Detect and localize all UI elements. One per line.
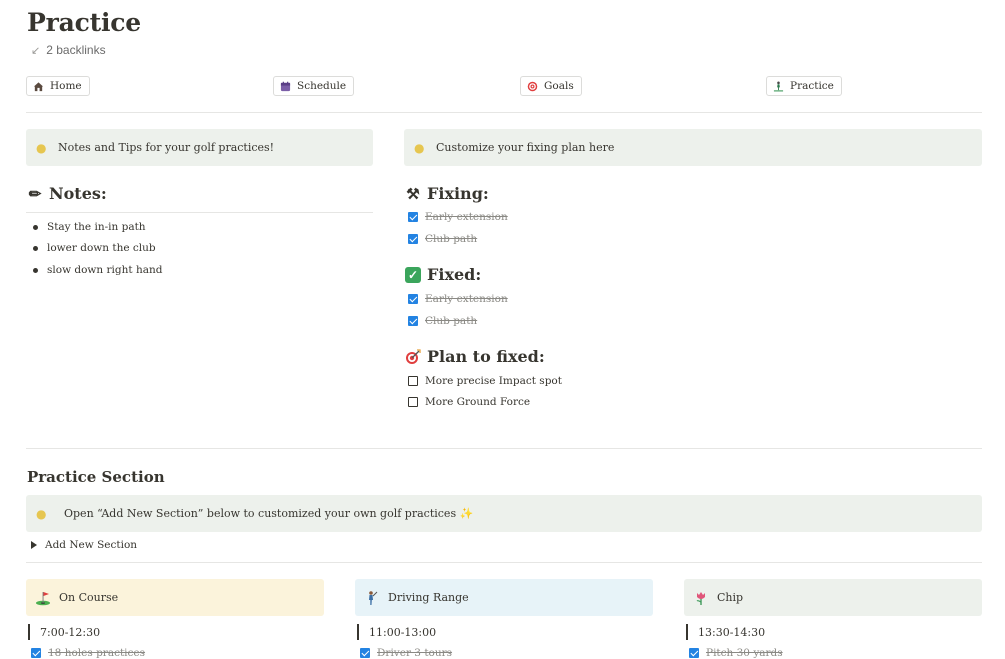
todo-item[interactable]: Early extension: [408, 211, 508, 223]
card-time-text: 13:30-14:30: [698, 625, 766, 639]
toggle-label: Add New Section: [45, 539, 138, 551]
lightbulb-icon: ●: [414, 140, 425, 155]
list-item: lower down the club: [33, 242, 156, 254]
quote-bar: [357, 624, 359, 640]
todo-label: Driver 3 tours: [377, 647, 453, 659]
todo-item[interactable]: 18 holes practices: [31, 647, 145, 659]
fixing-heading-text: Fixing:: [427, 184, 489, 203]
todo-label: Club path: [425, 233, 478, 245]
notes-heading: ✏ Notes:: [27, 184, 107, 203]
card-time: 11:00-13:00: [357, 624, 436, 640]
flag-in-hole-icon: [36, 591, 50, 605]
checkbox-checked[interactable]: [408, 234, 418, 244]
todo-label: 18 holes practices: [48, 647, 146, 659]
nav-practice-button[interactable]: Practice: [766, 76, 842, 96]
divider: [26, 448, 982, 449]
nav-practice-label: Practice: [790, 80, 834, 92]
todo-label: Pitch 30 yards: [706, 647, 783, 659]
fixing-heading: ⚒ Fixing:: [405, 184, 489, 203]
card-on-course[interactable]: On Course: [26, 579, 324, 616]
backlinks-link[interactable]: ↙ 2 backlinks: [31, 43, 106, 57]
nav-goals-label: Goals: [544, 80, 574, 92]
checkbox-checked[interactable]: [408, 212, 418, 222]
lightbulb-icon: ●: [36, 506, 47, 521]
golfer-icon: [369, 590, 378, 605]
list-item: slow down right hand: [33, 264, 162, 276]
tools-icon: ⚒: [406, 184, 420, 203]
nav-home-button[interactable]: Home: [26, 76, 90, 96]
lightbulb-icon: ●: [36, 140, 47, 155]
card-title: Chip: [717, 591, 744, 604]
calendar-icon: [280, 81, 291, 91]
todo-item[interactable]: More Ground Force: [408, 396, 530, 408]
card-time-text: 11:00-13:00: [369, 625, 437, 639]
notes-divider: [26, 212, 373, 213]
divider: [26, 562, 982, 563]
pencil-icon: ✏: [28, 184, 42, 203]
notes-callout: ● Notes and Tips for your golf practices…: [26, 129, 373, 166]
plan-heading: Plan to fixed:: [405, 347, 545, 366]
card-driving-range[interactable]: Driving Range: [355, 579, 653, 616]
card-time: 13:30-14:30: [686, 624, 765, 640]
card-title: Driving Range: [388, 591, 469, 604]
backlink-arrow-icon: ↙: [31, 44, 41, 57]
fixed-heading: ✓ Fixed:: [405, 265, 481, 284]
notes-callout-text: Notes and Tips for your golf practices!: [58, 141, 275, 154]
house-icon: [33, 81, 44, 91]
fixing-callout-text: Customize your fixing plan here: [436, 141, 615, 154]
practice-section-heading: Practice Section: [27, 468, 165, 486]
todo-item[interactable]: More precise Impact spot: [408, 375, 562, 387]
tulip-icon: [696, 591, 705, 605]
checkbox-checked[interactable]: [408, 294, 418, 304]
todo-label: Early extension: [425, 211, 508, 223]
todo-label: More Ground Force: [425, 396, 531, 408]
nav-goals-button[interactable]: Goals: [520, 76, 582, 96]
page-title: Practice: [27, 8, 141, 37]
card-time: 7:00-12:30: [28, 624, 100, 640]
practice-callout: ● Open “Add New Section” below to custom…: [26, 495, 982, 532]
check-mark-icon: ✓: [405, 266, 421, 283]
todo-item[interactable]: Pitch 30 yards: [689, 647, 783, 659]
quote-bar: [686, 624, 688, 640]
todo-label: Club path: [425, 315, 478, 327]
divider: [26, 112, 982, 113]
todo-item[interactable]: Driver 3 tours: [360, 647, 452, 659]
notes-heading-text: Notes:: [49, 184, 107, 203]
target-icon: [527, 81, 538, 91]
todo-item[interactable]: Club path: [408, 233, 477, 245]
checkbox-checked[interactable]: [408, 316, 418, 326]
card-title: On Course: [59, 591, 119, 604]
backlinks-label: 2 backlinks: [46, 43, 106, 57]
add-new-section-toggle[interactable]: Add New Section: [31, 539, 137, 551]
nav-schedule-label: Schedule: [297, 80, 347, 92]
dart-target-icon: [406, 348, 421, 364]
checkbox-checked[interactable]: [360, 648, 370, 658]
practice-callout-text: Open “Add New Section” below to customiz…: [64, 507, 474, 520]
card-time-text: 7:00-12:30: [40, 625, 101, 639]
todo-item[interactable]: Club path: [408, 315, 477, 327]
plan-heading-text: Plan to fixed:: [427, 347, 545, 366]
todo-item[interactable]: Early extension: [408, 293, 508, 305]
checkbox-unchecked[interactable]: [408, 376, 418, 386]
quote-bar: [28, 624, 30, 640]
triangle-right-icon: [31, 541, 37, 549]
checkbox-checked[interactable]: [689, 648, 699, 658]
fixing-callout: ● Customize your fixing plan here: [404, 129, 982, 166]
fixed-heading-text: Fixed:: [427, 265, 482, 284]
checkbox-unchecked[interactable]: [408, 397, 418, 407]
nav-schedule-button[interactable]: Schedule: [273, 76, 355, 96]
checkbox-checked[interactable]: [31, 648, 41, 658]
todo-label: More precise Impact spot: [425, 375, 562, 387]
golfer-icon: [773, 81, 784, 91]
todo-label: Early extension: [425, 293, 508, 305]
list-item: Stay the in-in path: [33, 221, 146, 233]
nav-home-label: Home: [50, 80, 82, 92]
card-chip[interactable]: Chip: [684, 579, 982, 616]
